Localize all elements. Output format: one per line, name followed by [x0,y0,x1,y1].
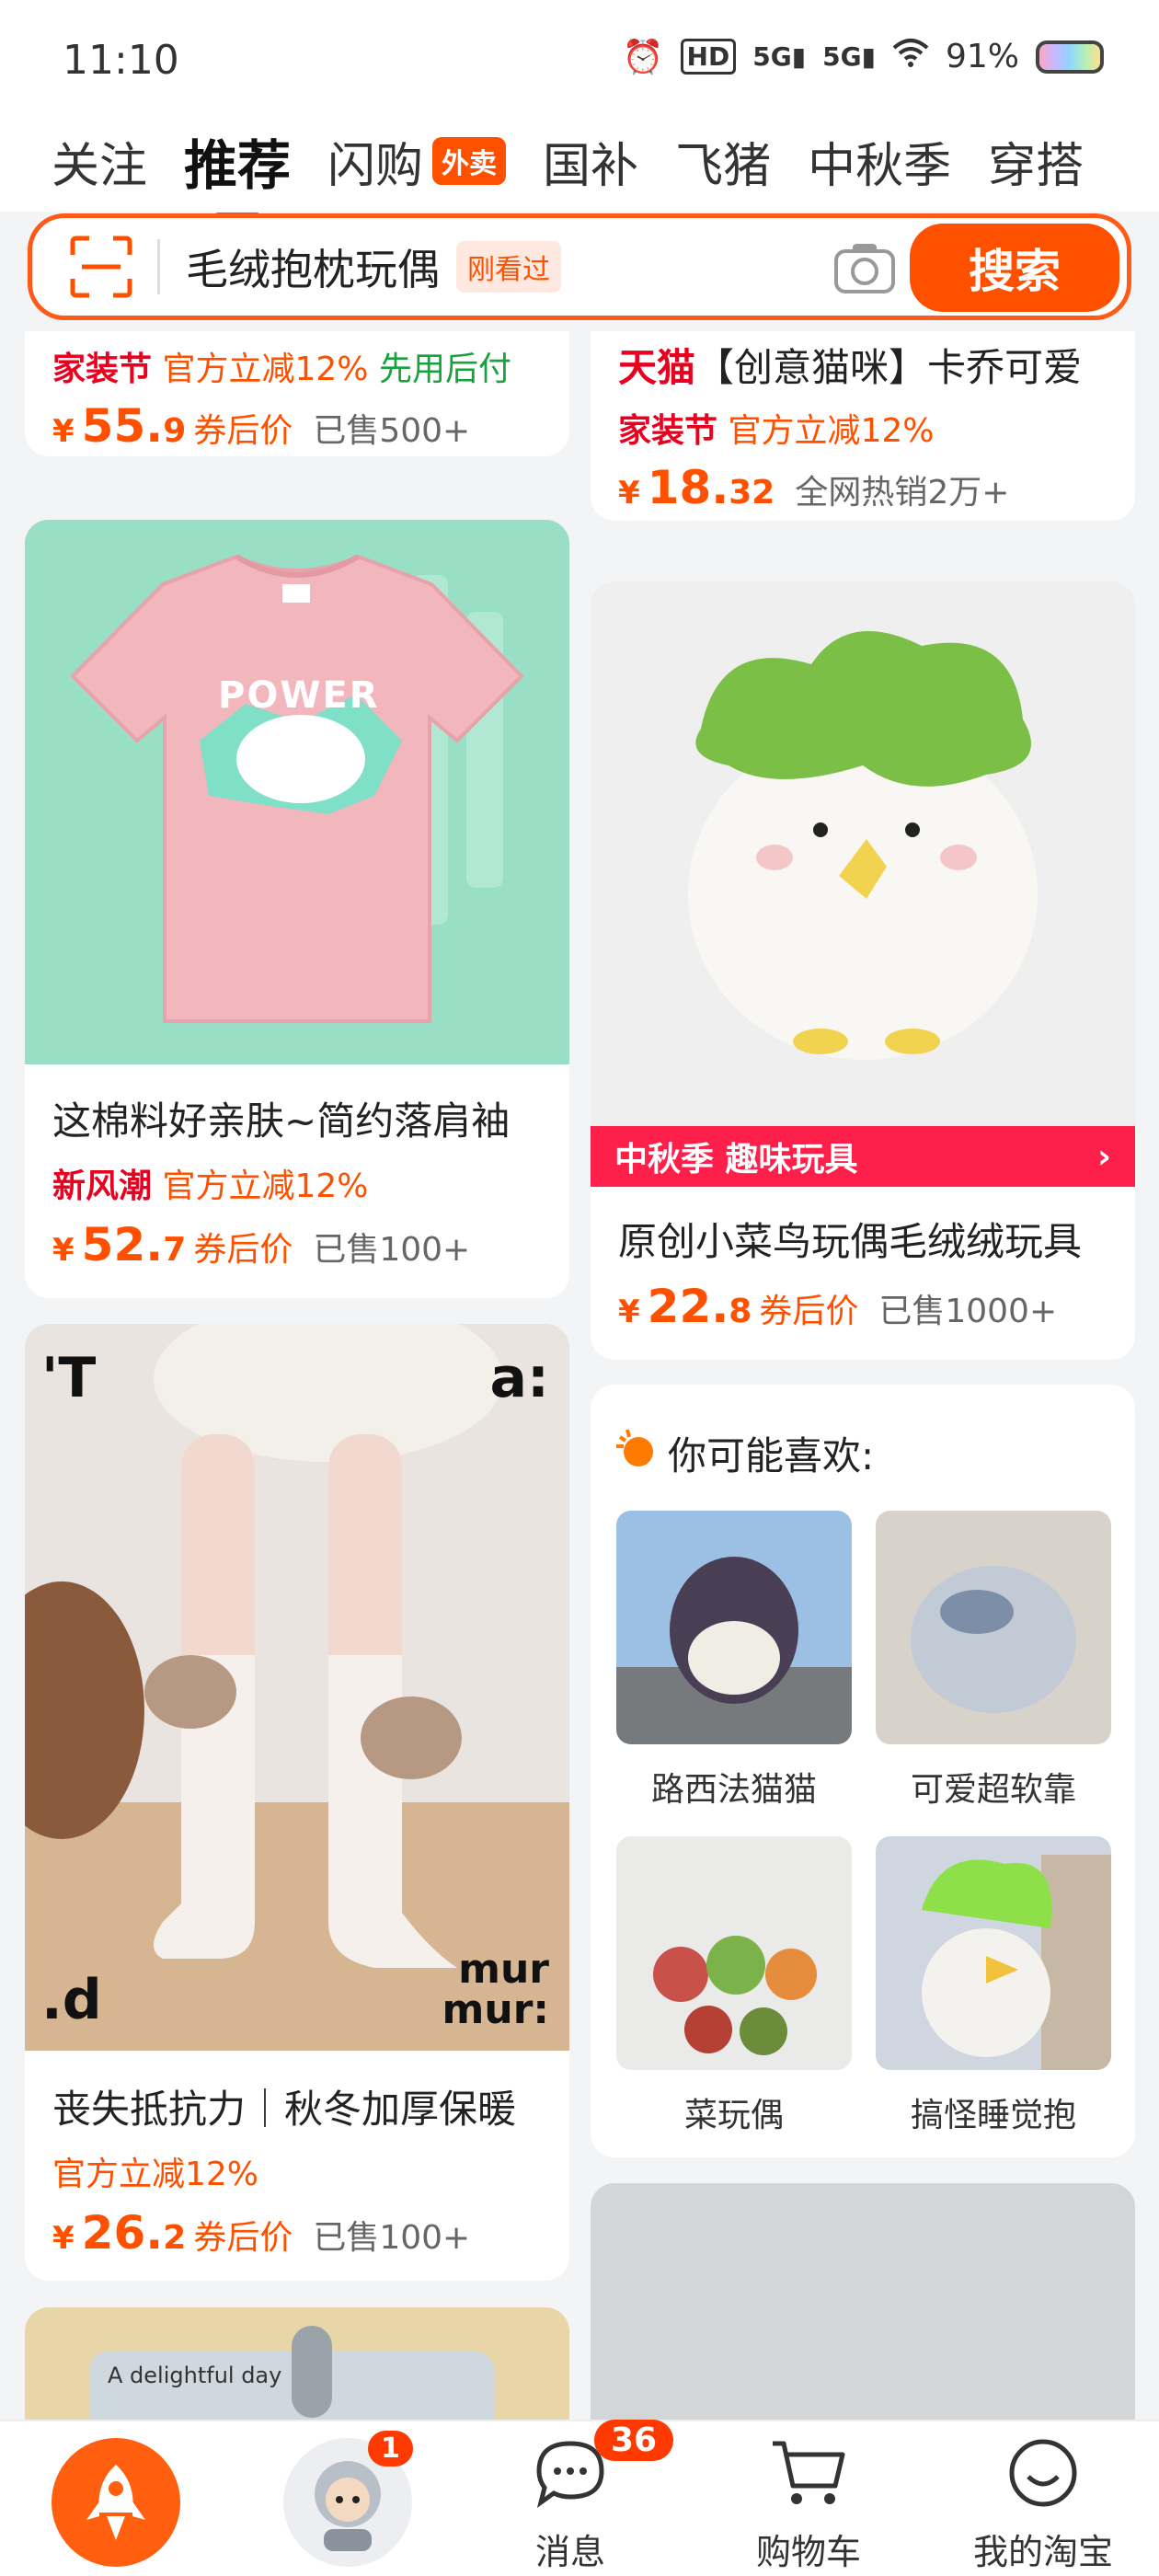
tshirt-print-text: POWER [218,674,380,717]
price-row: ¥52. 7 券后价 已售100+ [52,1218,471,1271]
sold-count: 已售100+ [313,1231,471,1269]
takeout-badge: 外卖 [432,137,507,185]
product-card-peek[interactable]: A delightful day [25,2307,569,2420]
nav-home[interactable] [52,2438,180,2567]
tmall-tag: 天猫 [618,345,696,390]
tag-household: 家装节 [52,351,153,388]
sold-count: 已售500+ [313,412,471,450]
search-divider [157,239,160,294]
bottom-navigation: 1 消息 36 购物车 我的淘宝 [0,2420,1159,2576]
recommend-item[interactable]: 路西法猫猫 [616,1511,852,1811]
recommend-item[interactable]: 菜玩偶 [616,1836,852,2136]
peek-text: A delightful day [108,2363,282,2388]
camera-icon[interactable] [832,238,897,297]
price-row: ¥26. 2 券后价 已售100+ [52,2206,471,2260]
promo-banner[interactable]: 中秋季 趣味玩具 › [591,1126,1135,1187]
brand-corner-bl: .d [41,1968,102,2032]
tag-discount: 官方立减12% [162,1167,369,1205]
product-card-bird[interactable]: 中秋季 趣味玩具 › 原创小菜鸟玩偶毛绒绒玩具 ¥22. 8 券后价 已售1000+ [591,581,1135,1360]
brand-corner-tr: a: [489,1346,549,1410]
chevron-right-icon: › [1097,1137,1111,1176]
product-card-socks[interactable]: 'T a: .d mur mur: 丧失抵抗力｜秋冬加厚保暖 官方立减12% ¥… [25,1324,569,2281]
tab-outfit[interactable]: 穿搭 [988,127,1084,196]
status-time: 11:10 [63,37,179,84]
brand-logo: mur mur: [442,1946,549,2033]
price-row: ¥22. 8 券后价 已售1000+ [618,1280,1058,1333]
sold-count: 已售1000+ [878,1293,1058,1330]
sold-count: 全网热销2万+ [795,474,1010,512]
price-row: ¥18. 32 全网热销2万+ [618,461,1010,514]
price-row: ¥55. 9 券后价 已售500+ [52,399,471,453]
tab-recommend[interactable]: 推荐 [184,122,291,200]
search-bar[interactable]: 毛绒抱枕玩偶 刚看过 搜索 [28,213,1131,320]
profile-badge: 1 [368,2431,413,2467]
rocket-icon [52,2438,180,2567]
sold-count: 已售100+ [313,2219,471,2257]
recently-viewed-tag: 刚看过 [456,241,561,293]
tag-household: 家装节 [618,412,718,450]
tab-fliggy[interactable]: 飞猪 [675,127,771,196]
mine-label: 我的淘宝 [973,2532,1114,2572]
recommend-image-cat[interactable] [616,1511,852,1744]
recommend-item[interactable]: 可爱超软靠 [876,1511,1111,1811]
bulb-icon [614,1428,657,1479]
tab-follow[interactable]: 关注 [52,127,147,196]
product-card-cat[interactable]: 天猫【创意猫咪】卡乔可爱 家装节 官方立减12% ¥18. 32 全网热销2万+ [591,331,1135,521]
status-bar: 11:10 ⏰ HD 5G▮ 5G▮ 91% [0,0,1159,120]
category-tabs: 关注 推荐 闪购 外卖 国补 飞猪 中秋季 穿搭 [0,110,1159,212]
recommend-item[interactable]: 搞怪睡觉抱 [876,1836,1111,2136]
tag-pay-later: 先用后付 [378,351,511,388]
product-title: 这棉料好亲肤~简约落肩袖 [52,1098,511,1144]
product-title: 原创小菜鸟玩偶毛绒绒玩具 [618,1219,1083,1264]
battery-percent: 91% [945,38,1019,75]
recommend-image-seal[interactable] [876,1511,1111,1744]
nav-cart[interactable]: 购物车 [756,2438,861,2574]
product-image-bird[interactable] [591,581,1135,1126]
5g-signal-icon: 5G▮ [752,41,807,72]
brand-corner-tl: 'T [41,1346,97,1410]
product-card-tshirt[interactable]: POWER 这棉料好亲肤~简约落肩袖 新风潮 官方立减12% ¥52. 7 券后价 … [25,520,569,1298]
cart-label: 购物车 [756,2532,862,2572]
status-icons: ⏰ HD 5G▮ 5G▮ 91% [623,37,1104,76]
tab-flash[interactable]: 闪购 外卖 [327,127,507,196]
alarm-icon: ⏰ [622,38,664,76]
recommend-image-bird-toy[interactable] [876,1836,1111,2070]
recommend-panel: 你可能喜欢: 路西法猫猫 可爱超软靠 菜玩偶 搞怪睡觉抱 [591,1385,1135,2157]
tag-new-trend: 新风潮 [52,1167,153,1205]
product-card-household[interactable]: 家装节 官方立减12% 先用后付 ¥55. 9 券后价 已售500+ [25,331,569,456]
tab-midautumn[interactable]: 中秋季 [808,127,951,196]
messages-label: 消息 [534,2532,605,2572]
product-feed: 家装节 官方立减12% 先用后付 ¥55. 9 券后价 已售500+ POWER… [0,331,1159,2420]
wifi-icon [892,37,929,76]
recommend-image-veggies[interactable] [616,1836,852,2070]
tag-discount: 官方立减12% [162,351,369,388]
battery-icon [1036,40,1104,74]
product-image-tshirt[interactable]: POWER [25,520,569,1064]
nav-mine[interactable]: 我的淘宝 [973,2438,1113,2574]
messages-badge: 36 [594,2420,674,2461]
search-button[interactable]: 搜索 [910,224,1119,312]
tag-discount: 官方立减12% [52,2156,259,2193]
scan-icon[interactable] [69,235,133,299]
smile-icon [1006,2438,1080,2516]
product-card-placeholder[interactable] [591,2183,1135,2420]
product-title: 丧失抵抗力｜秋冬加厚保暖 [52,2087,517,2132]
product-image-socks[interactable]: 'T a: .d mur mur: [25,1324,569,2051]
tag-discount: 官方立减12% [728,412,935,450]
cart-icon [769,2438,848,2516]
tab-subsidy[interactable]: 国补 [543,127,638,196]
search-query[interactable]: 毛绒抱枕玩偶 [186,236,440,297]
nav-messages[interactable]: 消息 [534,2438,607,2574]
5g-signal-icon: 5G▮ [822,41,876,72]
hd-icon: HD [680,39,737,75]
product-title: 【创意猫咪】卡乔可爱 [695,345,1083,390]
recommend-title: 你可能喜欢: [668,1433,875,1478]
